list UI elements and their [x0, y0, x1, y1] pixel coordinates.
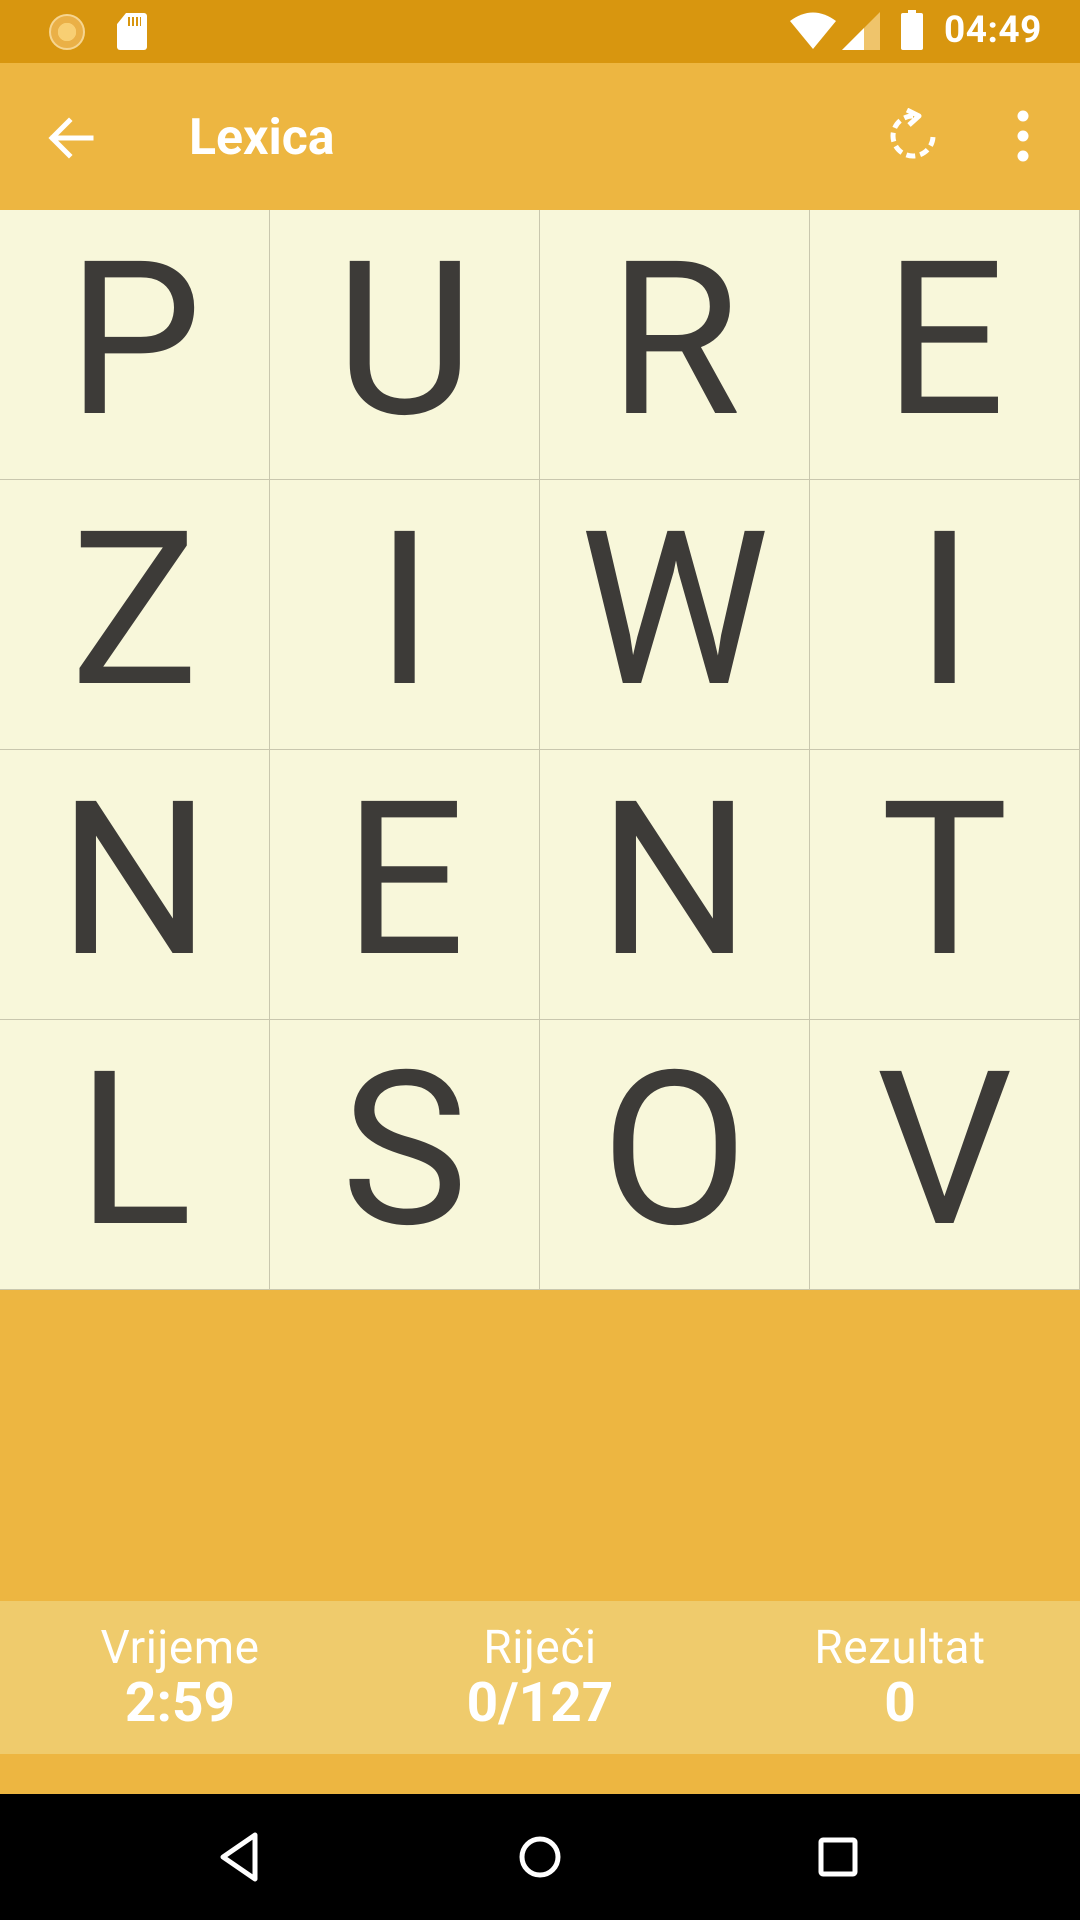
board-tile[interactable]: P — [0, 210, 270, 480]
tile-letter: U — [335, 214, 474, 466]
signal-icon — [842, 12, 880, 50]
words-label: Riječi — [483, 1621, 597, 1675]
sd-card-icon — [117, 13, 147, 50]
score-value: 0 — [884, 1671, 916, 1735]
tile-letter: R — [608, 214, 741, 466]
app-bar: Lexica — [0, 63, 1080, 210]
tile-letter: L — [76, 1024, 193, 1276]
time-stat: Vrijeme 2:59 — [50, 1623, 310, 1733]
status-bar: 04:49 — [0, 0, 1080, 63]
score-stat: Rezultat 0 — [770, 1623, 1030, 1733]
board-tile[interactable]: U — [270, 210, 540, 480]
letter-board: P U R E Z I W I N E N T L S O V — [0, 210, 1080, 1290]
refresh-icon[interactable] — [885, 108, 941, 164]
home-circle-icon[interactable] — [510, 1827, 570, 1887]
tile-letter: T — [880, 754, 1009, 1006]
words-stat: Riječi 0/127 — [410, 1623, 670, 1733]
board-tile[interactable]: O — [540, 1020, 810, 1290]
tile-letter: I — [375, 484, 434, 736]
board-tile[interactable]: L — [0, 1020, 270, 1290]
more-vert-icon[interactable] — [1010, 108, 1036, 164]
tile-letter: W — [579, 484, 770, 736]
board-tile[interactable]: I — [270, 480, 540, 750]
tile-letter: I — [915, 484, 974, 736]
board-tile[interactable]: V — [810, 1020, 1080, 1290]
board-tile[interactable]: E — [810, 210, 1080, 480]
recents-square-icon[interactable] — [808, 1827, 868, 1887]
tile-letter: V — [876, 1024, 1013, 1276]
tile-letter: N — [598, 754, 751, 1006]
board-tile[interactable]: N — [0, 750, 270, 1020]
tile-letter: S — [340, 1024, 469, 1276]
battery-icon — [901, 10, 923, 50]
board-tile[interactable]: N — [540, 750, 810, 1020]
board-tile[interactable]: I — [810, 480, 1080, 750]
back-triangle-icon[interactable] — [215, 1827, 265, 1887]
board-tile[interactable]: T — [810, 750, 1080, 1020]
tile-letter: Z — [70, 484, 199, 736]
status-clock: 04:49 — [944, 9, 1042, 52]
board-tile[interactable]: E — [270, 750, 540, 1020]
time-value: 2:59 — [124, 1671, 236, 1735]
words-value: 0/127 — [466, 1671, 614, 1735]
notification-sun-icon — [49, 14, 85, 50]
tile-letter: N — [58, 754, 211, 1006]
wifi-icon — [790, 12, 836, 49]
tile-letter: P — [66, 214, 202, 466]
tile-letter: E — [343, 754, 466, 1006]
back-arrow-icon[interactable] — [45, 113, 95, 163]
tile-letter: E — [883, 214, 1006, 466]
score-bar: Vrijeme 2:59 Riječi 0/127 Rezultat 0 — [0, 1601, 1080, 1754]
tile-letter: O — [600, 1024, 749, 1276]
app-title: Lexica — [189, 109, 335, 167]
board-tile[interactable]: S — [270, 1020, 540, 1290]
time-label: Vrijeme — [100, 1621, 260, 1675]
navigation-bar — [0, 1794, 1080, 1920]
board-tile[interactable]: Z — [0, 480, 270, 750]
board-tile[interactable]: R — [540, 210, 810, 480]
score-label: Rezultat — [814, 1621, 986, 1675]
board-tile[interactable]: W — [540, 480, 810, 750]
